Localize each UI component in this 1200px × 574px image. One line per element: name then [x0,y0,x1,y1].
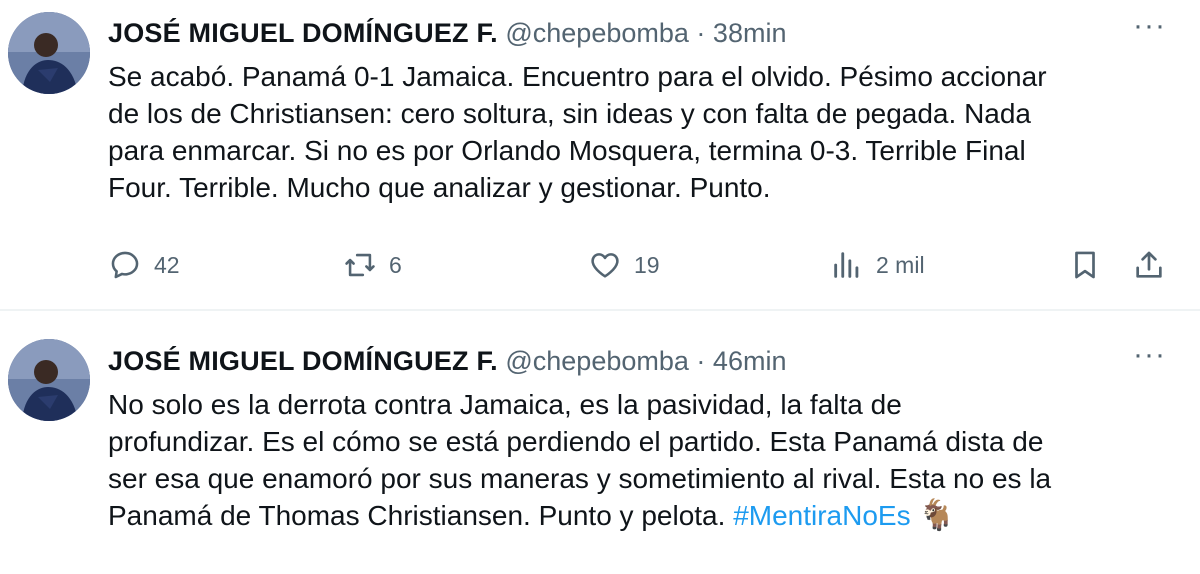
retweet-button[interactable]: 6 [343,248,402,282]
author-name[interactable]: JOSÉ MIGUEL DOMÍNGUEZ F. [108,18,498,48]
more-options-icon[interactable]: ··· [1133,340,1166,370]
tweet[interactable]: JOSÉ MIGUEL DOMÍNGUEZ F. @chepebomba · 4… [0,311,1200,574]
reply-icon [111,251,139,279]
avatar-image [8,12,90,94]
retweet-count: 6 [389,251,402,278]
more-options-icon[interactable]: ··· [1133,11,1166,41]
tweet-text-line: profundizar. Es el cómo se está perdiend… [108,426,1044,457]
separator-dot: · [696,18,706,48]
tweet-text-line: ser esa que enamoró por sus maneras y so… [108,463,1052,494]
tweet-text-line: No solo es la derrota contra Jamaica, es… [108,389,902,420]
author-handle[interactable]: @chepebomba [505,346,689,376]
tweet-text-line: Panamá de Thomas Christiansen. Punto y p… [108,497,1178,534]
tweet-text: No solo es la derrota contra Jamaica, es… [108,386,1178,534]
goat-emoji-icon: 🐐 [918,499,956,532]
tweet-text-line: Four. Terrible. Mucho que analizar y ges… [108,172,771,203]
author-name[interactable]: JOSÉ MIGUEL DOMÍNGUEZ F. [108,346,498,376]
share-button[interactable] [1132,248,1166,282]
like-icon [591,253,619,278]
bookmark-button[interactable] [1068,248,1102,282]
separator-dot: · [696,346,706,376]
tweet[interactable]: JOSÉ MIGUEL DOMÍNGUEZ F. @chepebomba · 3… [0,0,1200,310]
view-count: 2 mil [876,251,925,278]
share-icon [1136,251,1162,278]
bookmark-icon [1075,251,1095,279]
tweet-header: JOSÉ MIGUEL DOMÍNGUEZ F. @chepebomba · 4… [108,344,786,378]
tweet-header: JOSÉ MIGUEL DOMÍNGUEZ F. @chepebomba · 3… [108,16,786,50]
like-count: 19 [634,251,660,278]
like-button[interactable]: 19 [588,248,660,282]
avatar-image [8,339,90,421]
avatar[interactable] [8,12,90,94]
tweet-text-segment: Panamá de Thomas Christiansen. Punto y p… [108,500,726,531]
tweet-text: Se acabó. Panamá 0-1 Jamaica. Encuentro … [108,58,1178,206]
views-button[interactable]: 2 mil [830,248,925,282]
timestamp[interactable]: 38min [713,18,787,48]
tweet-text-line: Se acabó. Panamá 0-1 Jamaica. Encuentro … [108,61,1047,92]
author-handle[interactable]: @chepebomba [505,18,689,48]
timestamp[interactable]: 46min [713,346,787,376]
tweet-text-line: para enmarcar. Si no es por Orlando Mosq… [108,135,1026,166]
avatar[interactable] [8,339,90,421]
tweet-text-line: de los de Christiansen: cero soltura, si… [108,98,1032,129]
reply-button[interactable]: 42 [108,248,180,282]
retweet-icon [345,253,375,277]
action-bar: 42 6 19 2 mil [0,248,1200,288]
views-icon [834,252,859,278]
hashtag-link[interactable]: #MentiraNoEs [733,500,910,531]
reply-count: 42 [154,251,180,278]
